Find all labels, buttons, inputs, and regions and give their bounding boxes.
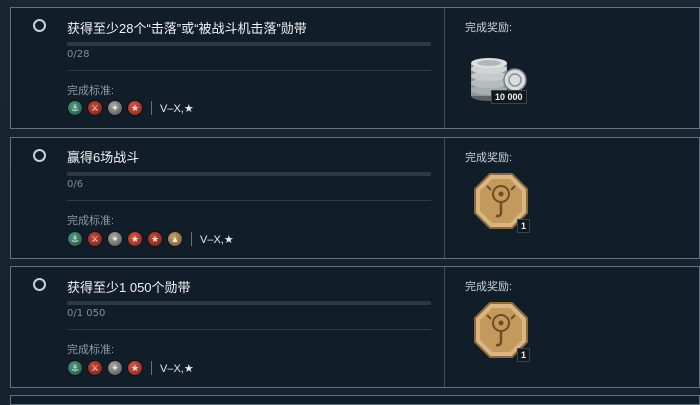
tier-range: V–X,★ (200, 233, 234, 246)
mission-title: 赢得6场战斗 (67, 150, 140, 165)
progress-text: 0/1 050 (67, 308, 106, 319)
progress-bar (67, 301, 431, 305)
tier-range: V–X,★ (160, 102, 194, 115)
criteria-divider (151, 101, 152, 115)
mission-radio[interactable] (33, 278, 46, 291)
progress-bar (67, 42, 431, 46)
battleship-icon: ★ (127, 100, 143, 116)
cruiser-icon: ✦ (107, 100, 123, 116)
reward-amount: 1 (517, 219, 531, 233)
destroyer-icon: ⚔ (87, 360, 103, 376)
battleship-icon: ★ (127, 360, 143, 376)
criteria-label: 完成标准: (67, 85, 115, 97)
mission-details: 获得至少1 050个勋带 0/1 050 完成标准: ⚓ ⚔ ✦ ★ V–X,★ (11, 267, 444, 387)
progress-text: 0/6 (67, 179, 84, 190)
mission-card[interactable]: 获得至少28个“击落”或“被战斗机击落”勋带 0/28 完成标准: ⚓ ⚔ ✦ … (10, 7, 700, 129)
mission-title: 获得至少28个“击落”或“被战斗机击落”勋带 (67, 21, 307, 36)
mission-details: 赢得6场战斗 0/6 完成标准: ⚓ ⚔ ✦ ★ ★ ▲ V–X,★ (11, 138, 444, 258)
submarine-icon: ⚓ (67, 360, 83, 376)
criteria-label: 完成标准: (67, 215, 115, 227)
mission-card[interactable]: 赢得6场战斗 0/6 完成标准: ⚓ ⚔ ✦ ★ ★ ▲ V–X,★ 完成奖励:… (10, 137, 700, 259)
battleship-icon: ★ (127, 231, 143, 247)
progress-text: 0/28 (67, 49, 90, 60)
section-divider (67, 200, 431, 201)
mission-title: 获得至少1 050个勋带 (67, 280, 191, 295)
reward-panel: 完成奖励: 10 000 (445, 8, 699, 128)
mission-radio[interactable] (33, 19, 46, 32)
reward-panel: 完成奖励: 1 (445, 267, 699, 387)
destroyer-icon: ⚔ (87, 231, 103, 247)
submarine-icon: ⚓ (67, 100, 83, 116)
progress-bar (67, 172, 431, 176)
reward-panel: 完成奖励: 1 (445, 138, 699, 258)
criteria-row: ⚓ ⚔ ✦ ★ V–X,★ (67, 100, 194, 116)
criteria-row: ⚓ ⚔ ✦ ★ V–X,★ (67, 360, 194, 376)
submarine-icon: ⚓ (67, 231, 83, 247)
mission-radio[interactable] (33, 149, 46, 162)
criteria-label: 完成标准: (67, 344, 115, 356)
aircraft-carrier-icon: ★ (147, 231, 163, 247)
cruiser-icon: ✦ (107, 360, 123, 376)
criteria-divider (151, 361, 152, 375)
tier-range: V–X,★ (160, 362, 194, 375)
reward-amount: 10 000 (491, 90, 527, 104)
reward-label: 完成奖励: (465, 152, 513, 164)
cruiser-icon: ✦ (107, 231, 123, 247)
criteria-row: ⚓ ⚔ ✦ ★ ★ ▲ V–X,★ (67, 231, 234, 247)
mission-card[interactable]: 获得至少1 050个勋带 0/1 050 完成标准: ⚓ ⚔ ✦ ★ V–X,★… (10, 266, 700, 388)
section-divider (67, 329, 431, 330)
criteria-divider (191, 232, 192, 246)
reward-amount: 1 (517, 348, 531, 362)
mission-details: 获得至少28个“击落”或“被战斗机击落”勋带 0/28 完成标准: ⚓ ⚔ ✦ … (11, 8, 444, 128)
destroyer-icon: ⚔ (87, 100, 103, 116)
reward-label: 完成奖励: (465, 22, 513, 34)
section-divider (67, 70, 431, 71)
mission-card[interactable] (10, 395, 700, 405)
ship-icon: ▲ (167, 231, 183, 247)
reward-label: 完成奖励: (465, 281, 513, 293)
